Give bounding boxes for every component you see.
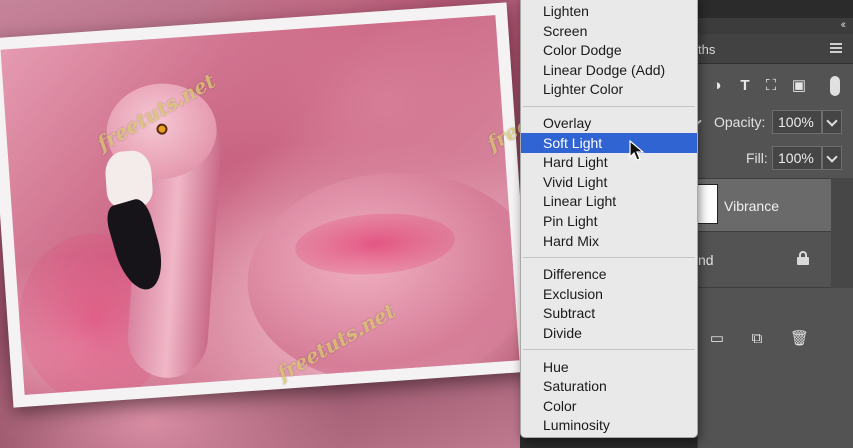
- blend-mode-option-color-dodge[interactable]: Color Dodge: [521, 40, 697, 60]
- opacity-label: Opacity:: [714, 114, 766, 130]
- fill-label: Fill:: [746, 150, 768, 166]
- lock-icon[interactable]: [797, 251, 809, 265]
- mouse-cursor-icon: [629, 140, 645, 161]
- blend-mode-option-vivid-light[interactable]: Vivid Light: [521, 172, 697, 192]
- panel-menu-icon[interactable]: [830, 43, 842, 53]
- layer-name: nd: [698, 252, 714, 268]
- opacity-input[interactable]: 100%: [772, 110, 822, 134]
- menu-separator: [523, 105, 695, 107]
- menu-separator: [523, 349, 695, 351]
- layer-mask-thumbnail[interactable]: [698, 184, 718, 224]
- layers-panel: ‹‹ ths ◑ T ⛶ ▣ Opacity: 100% Fill: 100% …: [686, 18, 853, 448]
- fill-dropdown[interactable]: [822, 146, 842, 170]
- blend-mode-option-hue[interactable]: Hue: [521, 357, 697, 377]
- fill-row: Fill: 100%: [698, 146, 853, 172]
- blend-mode-option-lighten[interactable]: Lighten: [521, 1, 697, 21]
- fill-input[interactable]: 100%: [772, 146, 822, 170]
- opacity-row: Opacity: 100%: [686, 110, 853, 136]
- menu-separator: [523, 256, 695, 258]
- framed-photo: [0, 2, 533, 408]
- shape-filter-icon[interactable]: ⛶: [762, 77, 780, 95]
- layer-row-background[interactable]: nd: [698, 232, 831, 288]
- blend-mode-option-difference[interactable]: Difference: [521, 264, 697, 284]
- blend-mode-option-pin-light[interactable]: Pin Light: [521, 211, 697, 231]
- blend-mode-option-divide[interactable]: Divide: [521, 323, 697, 343]
- blend-mode-option-color[interactable]: Color: [521, 396, 697, 416]
- opacity-dropdown[interactable]: [822, 110, 842, 134]
- blend-mode-option-linear-dodge-add[interactable]: Linear Dodge (Add): [521, 60, 697, 80]
- layer-row-vibrance[interactable]: Vibrance: [698, 178, 831, 232]
- blend-mode-option-screen[interactable]: Screen: [521, 21, 697, 41]
- layers-scrollbar[interactable]: [831, 178, 853, 288]
- tab-paths[interactable]: ths: [698, 42, 715, 57]
- layers-bottom-bar: ▭ ⧉ 🗑: [698, 324, 853, 356]
- new-group-icon[interactable]: ▭: [708, 330, 726, 348]
- adjustment-filter-icon[interactable]: ◑: [708, 77, 726, 95]
- panel-tab-bar: ths: [698, 34, 853, 64]
- layer-filter-row: ◑ T ⛶ ▣: [698, 74, 853, 100]
- flamingo-image: [0, 15, 520, 395]
- blend-mode-option-saturation[interactable]: Saturation: [521, 376, 697, 396]
- collapse-panels-icon[interactable]: ‹‹: [841, 19, 847, 31]
- blend-mode-option-exclusion[interactable]: Exclusion: [521, 284, 697, 304]
- blend-mode-option-hard-light[interactable]: Hard Light: [521, 152, 697, 172]
- type-filter-icon[interactable]: T: [736, 77, 754, 95]
- filter-toggle-icon[interactable]: [830, 76, 840, 96]
- blend-mode-option-linear-light[interactable]: Linear Light: [521, 191, 697, 211]
- blend-mode-option-hard-mix[interactable]: Hard Mix: [521, 231, 697, 251]
- panel-header-strip: ‹‹: [698, 18, 853, 34]
- blend-mode-option-luminosity[interactable]: Luminosity: [521, 415, 697, 435]
- blend-mode-menu: Lighten Screen Color Dodge Linear Dodge (Ad…: [520, 0, 698, 438]
- new-layer-icon[interactable]: ⧉: [748, 330, 766, 348]
- blend-mode-option-overlay[interactable]: Overlay: [521, 113, 697, 133]
- blend-mode-option-subtract[interactable]: Subtract: [521, 303, 697, 323]
- smart-object-filter-icon[interactable]: ▣: [790, 77, 808, 95]
- delete-layer-icon[interactable]: 🗑: [790, 330, 809, 348]
- blend-mode-option-lighter-color[interactable]: Lighter Color: [521, 79, 697, 99]
- blend-mode-option-soft-light[interactable]: Soft Light: [521, 132, 697, 153]
- layer-name: Vibrance: [724, 198, 780, 214]
